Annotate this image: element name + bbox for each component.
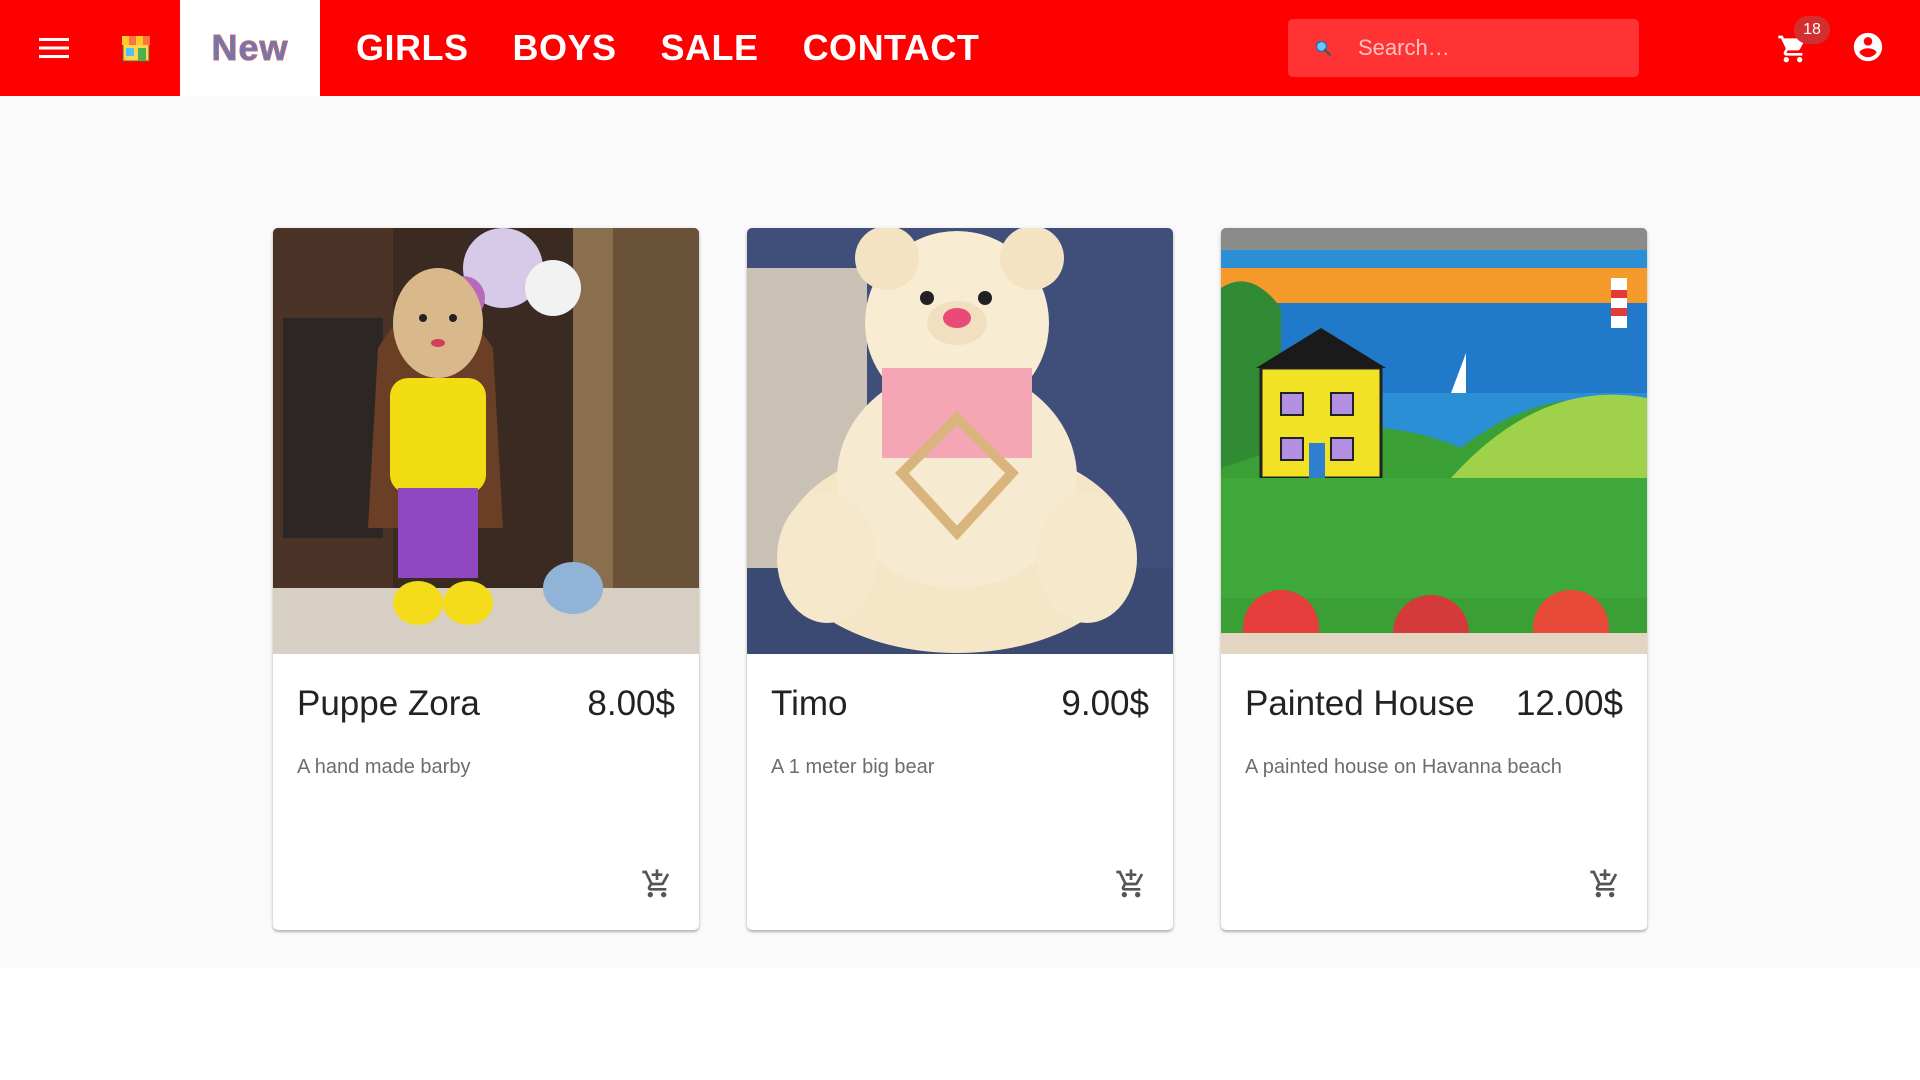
product-image-painting[interactable] (1221, 228, 1647, 654)
cart-count-badge: 18 (1794, 16, 1830, 44)
card-header: Timo 9.00$ (747, 654, 1173, 724)
nav-boys[interactable]: BOYS (513, 27, 617, 69)
product-area: Puppe Zora 8.00$ A hand made barby Timo … (0, 96, 1920, 968)
nav-sale[interactable]: SALE (661, 27, 759, 69)
nav-girls[interactable]: GIRLS (356, 27, 469, 69)
product-card[interactable]: Timo 9.00$ A 1 meter big bear (747, 228, 1173, 930)
card-header: Puppe Zora 8.00$ (273, 654, 699, 724)
product-title: Puppe Zora (297, 684, 480, 723)
tab-new-label: New (211, 27, 289, 69)
search-input[interactable] (1358, 35, 1618, 61)
add-shopping-cart-icon (642, 869, 670, 898)
store-icon[interactable] (108, 20, 164, 76)
product-card[interactable]: Puppe Zora 8.00$ A hand made barby (273, 228, 699, 930)
nav-contact[interactable]: CONTACT (803, 27, 980, 69)
card-header: Painted House 12.00$ (1221, 654, 1647, 724)
add-to-cart-button[interactable] (1109, 862, 1153, 906)
search-icon (1288, 39, 1358, 57)
product-price: 12.00$ (1515, 684, 1623, 723)
add-shopping-cart-icon (1116, 869, 1144, 898)
product-price: 9.00$ (1061, 684, 1149, 723)
add-to-cart-button[interactable] (635, 862, 679, 906)
product-image-doll[interactable] (273, 228, 699, 654)
product-title: Painted House (1245, 684, 1475, 723)
product-description: A painted house on Havanna beach (1245, 756, 1562, 778)
menu-icon (39, 38, 69, 58)
account-button[interactable] (1845, 24, 1891, 70)
product-description: A hand made barby (297, 756, 471, 778)
product-grid: Puppe Zora 8.00$ A hand made barby Timo … (273, 228, 1647, 930)
product-title: Timo (771, 684, 848, 723)
add-to-cart-button[interactable] (1583, 862, 1627, 906)
tab-new[interactable]: New (180, 0, 320, 96)
main-nav: GIRLS BOYS SALE CONTACT (334, 27, 1001, 69)
add-shopping-cart-icon (1590, 869, 1618, 898)
product-image-bear[interactable] (747, 228, 1173, 654)
account-circle-icon (1853, 32, 1883, 62)
product-price: 8.00$ (587, 684, 675, 723)
menu-button[interactable] (26, 20, 82, 76)
search-box (1288, 19, 1639, 77)
product-card[interactable]: Painted House 12.00$ A painted house on … (1221, 228, 1647, 930)
product-description: A 1 meter big bear (771, 756, 935, 778)
